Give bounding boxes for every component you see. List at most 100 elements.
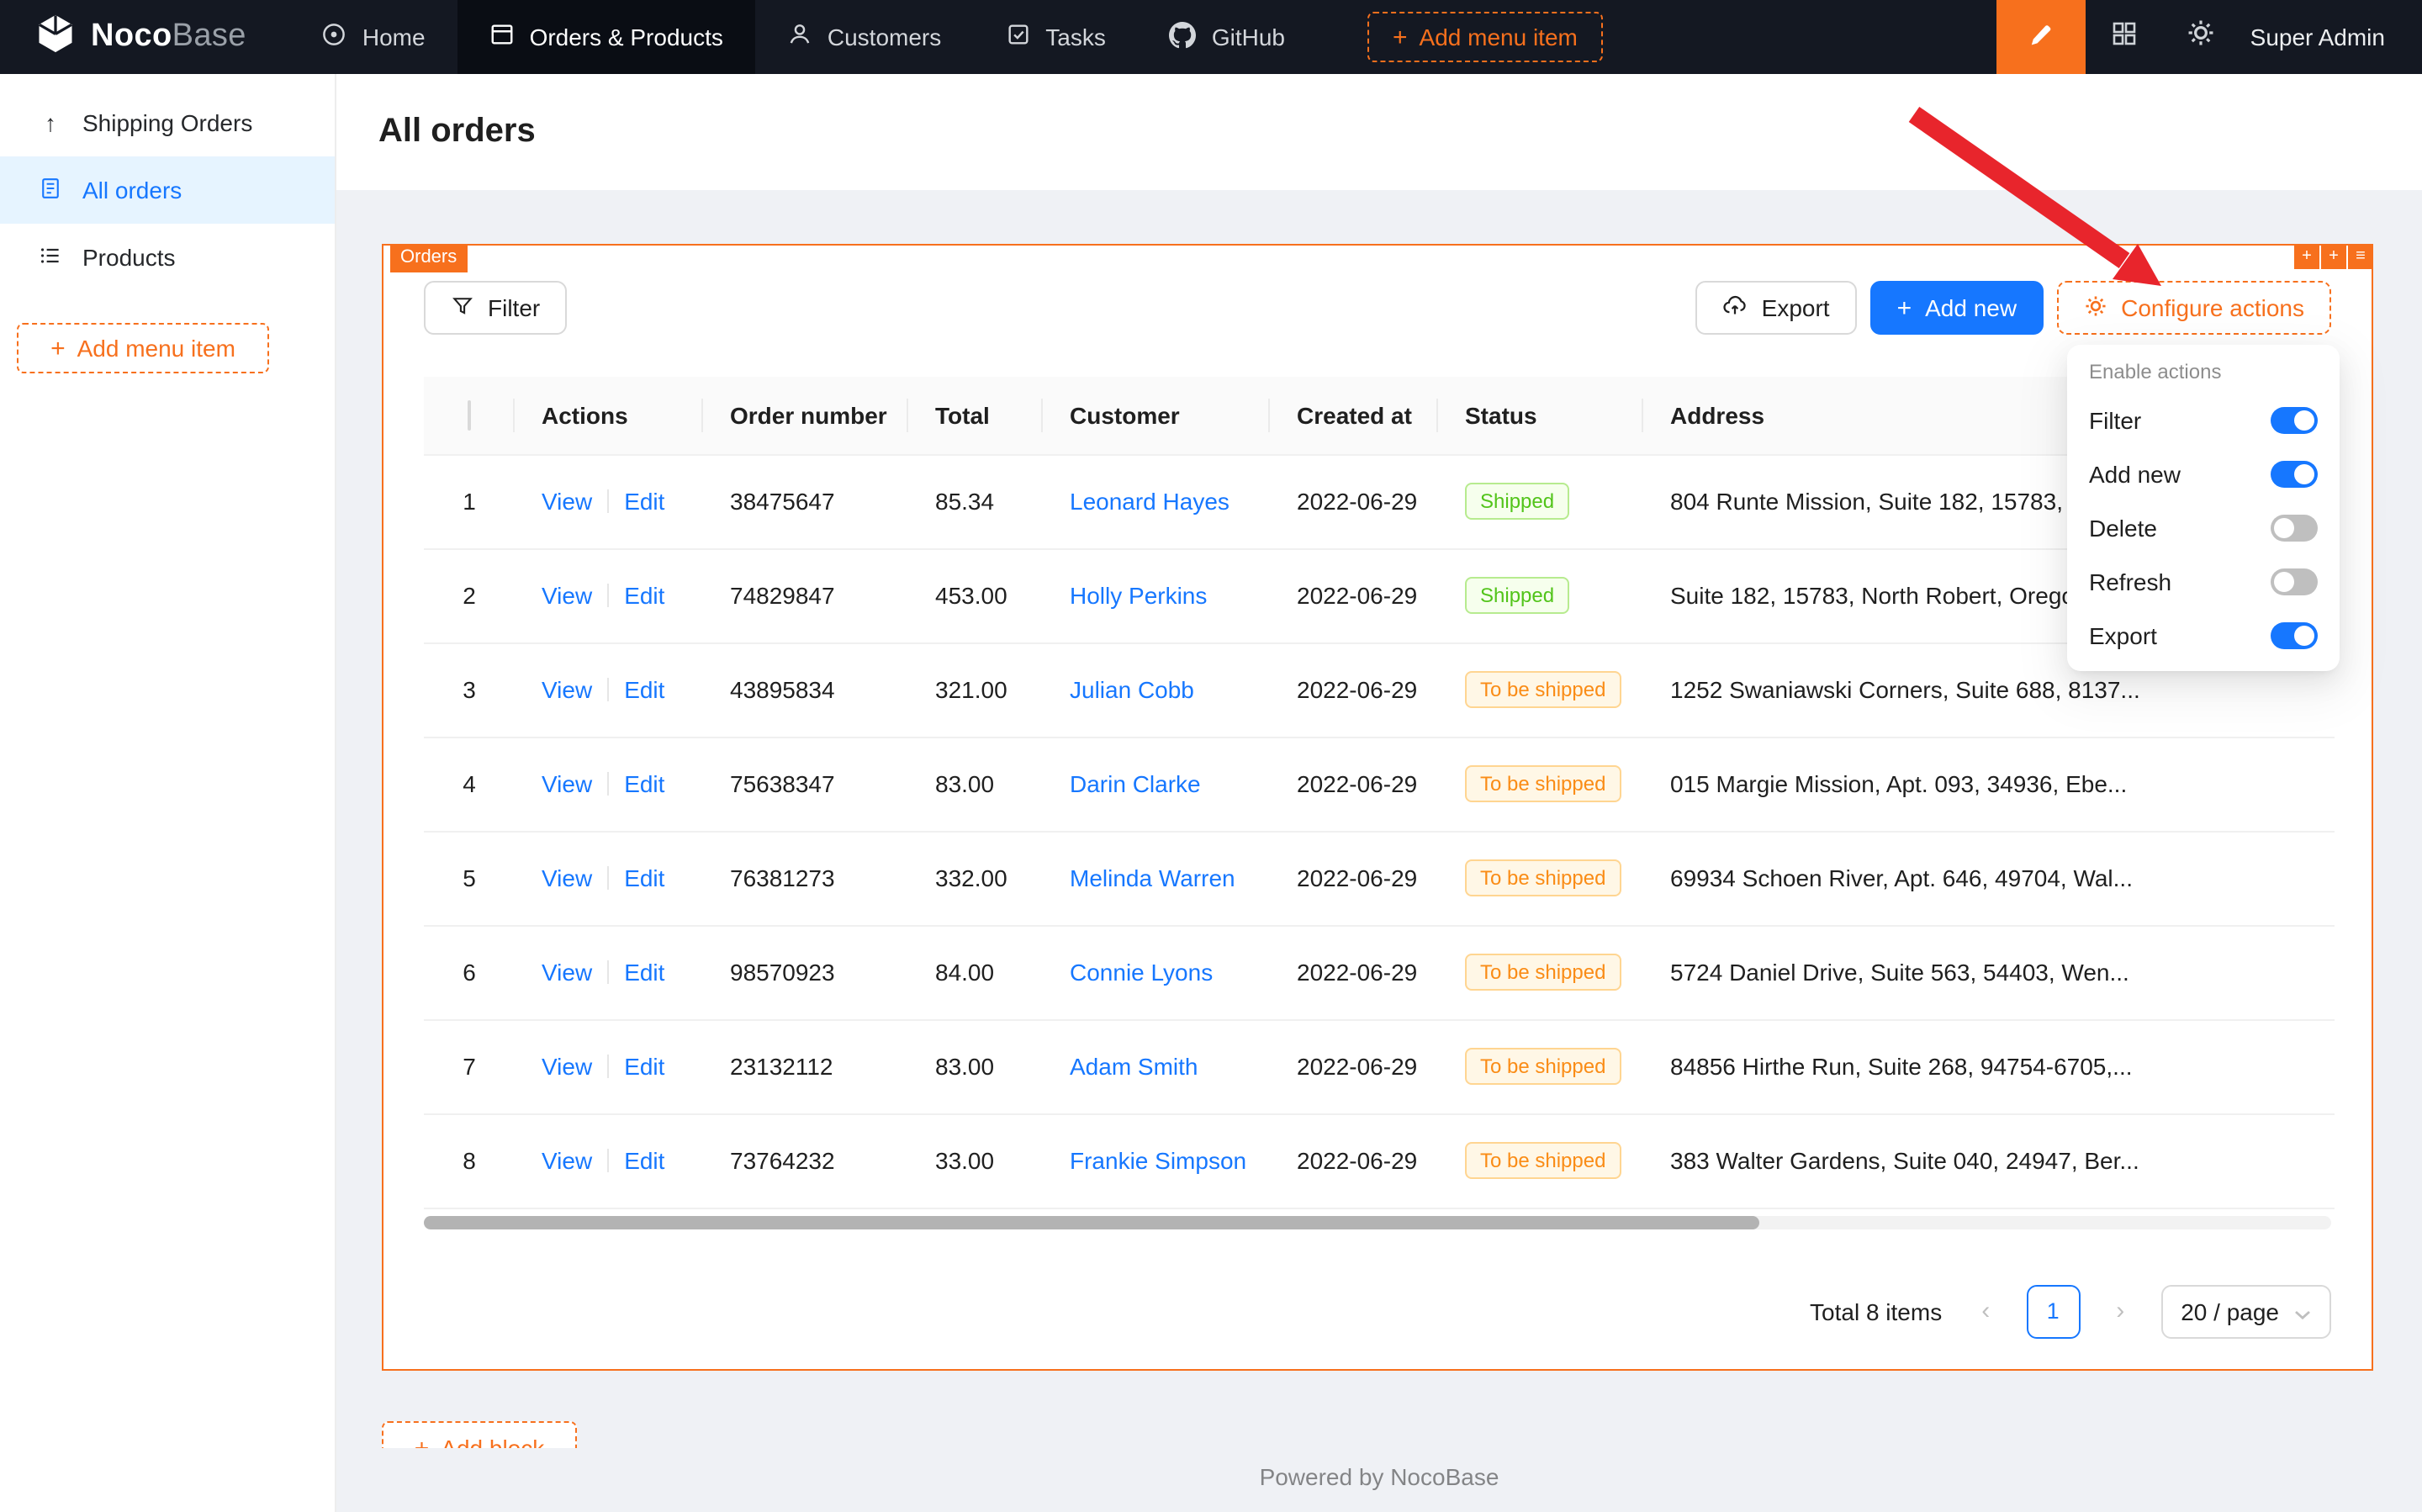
customer-link[interactable]: Adam Smith <box>1070 1053 1198 1080</box>
toggle-switch[interactable] <box>2271 407 2318 434</box>
nav-item-orders-products[interactable]: Orders & Products <box>457 0 755 74</box>
edit-link[interactable]: Edit <box>624 676 664 703</box>
total-cell: 85.34 <box>908 454 1043 548</box>
customer-link[interactable]: Holly Perkins <box>1070 582 1207 609</box>
dropdown-item-refresh[interactable]: Refresh <box>2074 555 2333 609</box>
add-block-icon[interactable]: + <box>2321 244 2346 269</box>
divider <box>607 960 609 984</box>
created-at-cell: 2022-06-29 <box>1270 642 1438 737</box>
ui-editor-button[interactable] <box>1996 0 2086 74</box>
orders-document-icon <box>37 176 64 204</box>
view-link[interactable]: View <box>542 488 592 515</box>
nav-item-github[interactable]: GitHub <box>1138 0 1317 74</box>
edit-link[interactable]: Edit <box>624 770 664 797</box>
logo-text: NocoBase <box>91 19 246 56</box>
block-collection-tag: Orders <box>390 244 467 272</box>
table-row: 1 ViewEdit 38475647 85.34 Leonard Hayes … <box>424 454 2335 548</box>
sidebar-item-products[interactable]: Products <box>0 224 335 291</box>
next-page-button[interactable]: › <box>2093 1284 2147 1338</box>
add-block-button[interactable]: + Add block <box>382 1421 577 1448</box>
customer-link[interactable]: Julian Cobb <box>1070 676 1194 703</box>
toggle-switch[interactable] <box>2271 515 2318 542</box>
nocobase-logo-icon <box>34 11 77 63</box>
view-link[interactable]: View <box>542 582 592 609</box>
configure-actions-label: Configure actions <box>2121 294 2304 321</box>
plugin-manager-button[interactable] <box>2086 0 2163 74</box>
orders-table: Actions Order number Total Customer Crea… <box>424 377 2331 1208</box>
navbar-add-menu-item-button[interactable]: + Add menu item <box>1367 12 1603 62</box>
filter-button[interactable]: Filter <box>424 281 567 335</box>
chevron-right-icon: › <box>2116 1297 2124 1325</box>
insert-block-icon[interactable]: + <box>2294 244 2319 269</box>
toggle-switch[interactable] <box>2271 622 2318 649</box>
dropdown-item-label: Filter <box>2089 407 2141 434</box>
export-button[interactable]: Export <box>1696 281 1857 335</box>
nav-item-tasks[interactable]: Tasks <box>973 0 1138 74</box>
edit-link[interactable]: Edit <box>624 1147 664 1174</box>
column-header-created-at: Created at <box>1270 377 1438 454</box>
add-new-button[interactable]: + Add new <box>1870 281 2044 335</box>
dropdown-item-delete[interactable]: Delete <box>2074 501 2333 555</box>
table-row: 8 ViewEdit 73764232 33.00 Frankie Simpso… <box>424 1113 2335 1208</box>
customer-cell: Julian Cobb <box>1043 642 1270 737</box>
view-link[interactable]: View <box>542 676 592 703</box>
created-at-cell: 2022-06-29 <box>1270 454 1438 548</box>
customer-link[interactable]: Darin Clarke <box>1070 770 1201 797</box>
dropdown-item-add-new[interactable]: Add new <box>2074 447 2333 501</box>
edit-link[interactable]: Edit <box>624 582 664 609</box>
table-row: 7 ViewEdit 23132112 83.00 Adam Smith 202… <box>424 1019 2335 1113</box>
table-row: 3 ViewEdit 43895834 321.00 Julian Cobb 2… <box>424 642 2335 737</box>
edit-link[interactable]: Edit <box>624 488 664 515</box>
customer-link[interactable]: Leonard Hayes <box>1070 488 1230 515</box>
total-cell: 332.00 <box>908 831 1043 925</box>
customer-link[interactable]: Melinda Warren <box>1070 864 1235 891</box>
dropdown-item-filter[interactable]: Filter <box>2074 394 2333 447</box>
view-link[interactable]: View <box>542 1147 592 1174</box>
table-row: 4 ViewEdit 75638347 83.00 Darin Clarke 2… <box>424 737 2335 831</box>
settings-button[interactable] <box>2163 0 2240 74</box>
page-size-select[interactable]: 20 / page <box>2160 1284 2331 1338</box>
table-row: 5 ViewEdit 76381273 332.00 Melinda Warre… <box>424 831 2335 925</box>
orders-block: Orders + + ≡ Filter <box>382 244 2373 1371</box>
current-page-button[interactable]: 1 <box>2026 1284 2080 1338</box>
sidebar-item-label: All orders <box>82 177 182 204</box>
scrollbar-thumb[interactable] <box>424 1215 1759 1229</box>
customer-link[interactable]: Connie Lyons <box>1070 959 1213 986</box>
row-index-cell: 6 <box>424 925 515 1019</box>
toggle-switch[interactable] <box>2271 568 2318 595</box>
status-badge: To be shipped <box>1465 1048 1621 1085</box>
view-link[interactable]: View <box>542 770 592 797</box>
customer-cell: Holly Perkins <box>1043 548 1270 642</box>
page-size-value: 20 / page <box>2181 1298 2279 1324</box>
edit-link[interactable]: Edit <box>624 959 664 986</box>
block-menu-icon[interactable]: ≡ <box>2348 244 2373 269</box>
user-menu[interactable]: Super Admin <box>2250 24 2385 50</box>
sidebar-add-menu-item-button[interactable]: + Add menu item <box>17 323 269 373</box>
nav-item-home[interactable]: Home <box>290 0 457 74</box>
toggle-switch[interactable] <box>2271 461 2318 488</box>
address-cell: 5724 Daniel Drive, Suite 563, 54403, Wen… <box>1643 925 2335 1019</box>
customer-cell: Adam Smith <box>1043 1019 1270 1113</box>
edit-link[interactable]: Edit <box>624 864 664 891</box>
sidebar-item-all-orders[interactable]: All orders <box>0 156 335 224</box>
order-number-cell: 23132112 <box>703 1019 908 1113</box>
add-menu-item-label: Add menu item <box>77 335 235 362</box>
customer-link[interactable]: Frankie Simpson <box>1070 1147 1246 1174</box>
nocobase-logo[interactable]: NocoBase <box>0 11 290 63</box>
nav-item-customers[interactable]: Customers <box>755 0 973 74</box>
add-block-clip: + Add block <box>382 1421 577 1448</box>
view-link[interactable]: View <box>542 959 592 986</box>
highlighter-pen-icon <box>2028 21 2054 53</box>
edit-link[interactable]: Edit <box>624 1053 664 1080</box>
status-cell: To be shipped <box>1438 831 1643 925</box>
dropdown-item-export[interactable]: Export <box>2074 609 2333 663</box>
view-link[interactable]: View <box>542 1053 592 1080</box>
prev-page-button[interactable]: ‹ <box>1959 1284 2012 1338</box>
view-link[interactable]: View <box>542 864 592 891</box>
customer-cell: Leonard Hayes <box>1043 454 1270 548</box>
sidebar: ↑ Shipping Orders All orders Products + … <box>0 74 336 1512</box>
configure-actions-button[interactable]: Configure actions <box>2057 281 2331 335</box>
sidebar-item-shipping-orders[interactable]: ↑ Shipping Orders <box>0 89 335 156</box>
select-all-checkbox[interactable] <box>468 400 471 431</box>
order-number-cell: 76381273 <box>703 831 908 925</box>
